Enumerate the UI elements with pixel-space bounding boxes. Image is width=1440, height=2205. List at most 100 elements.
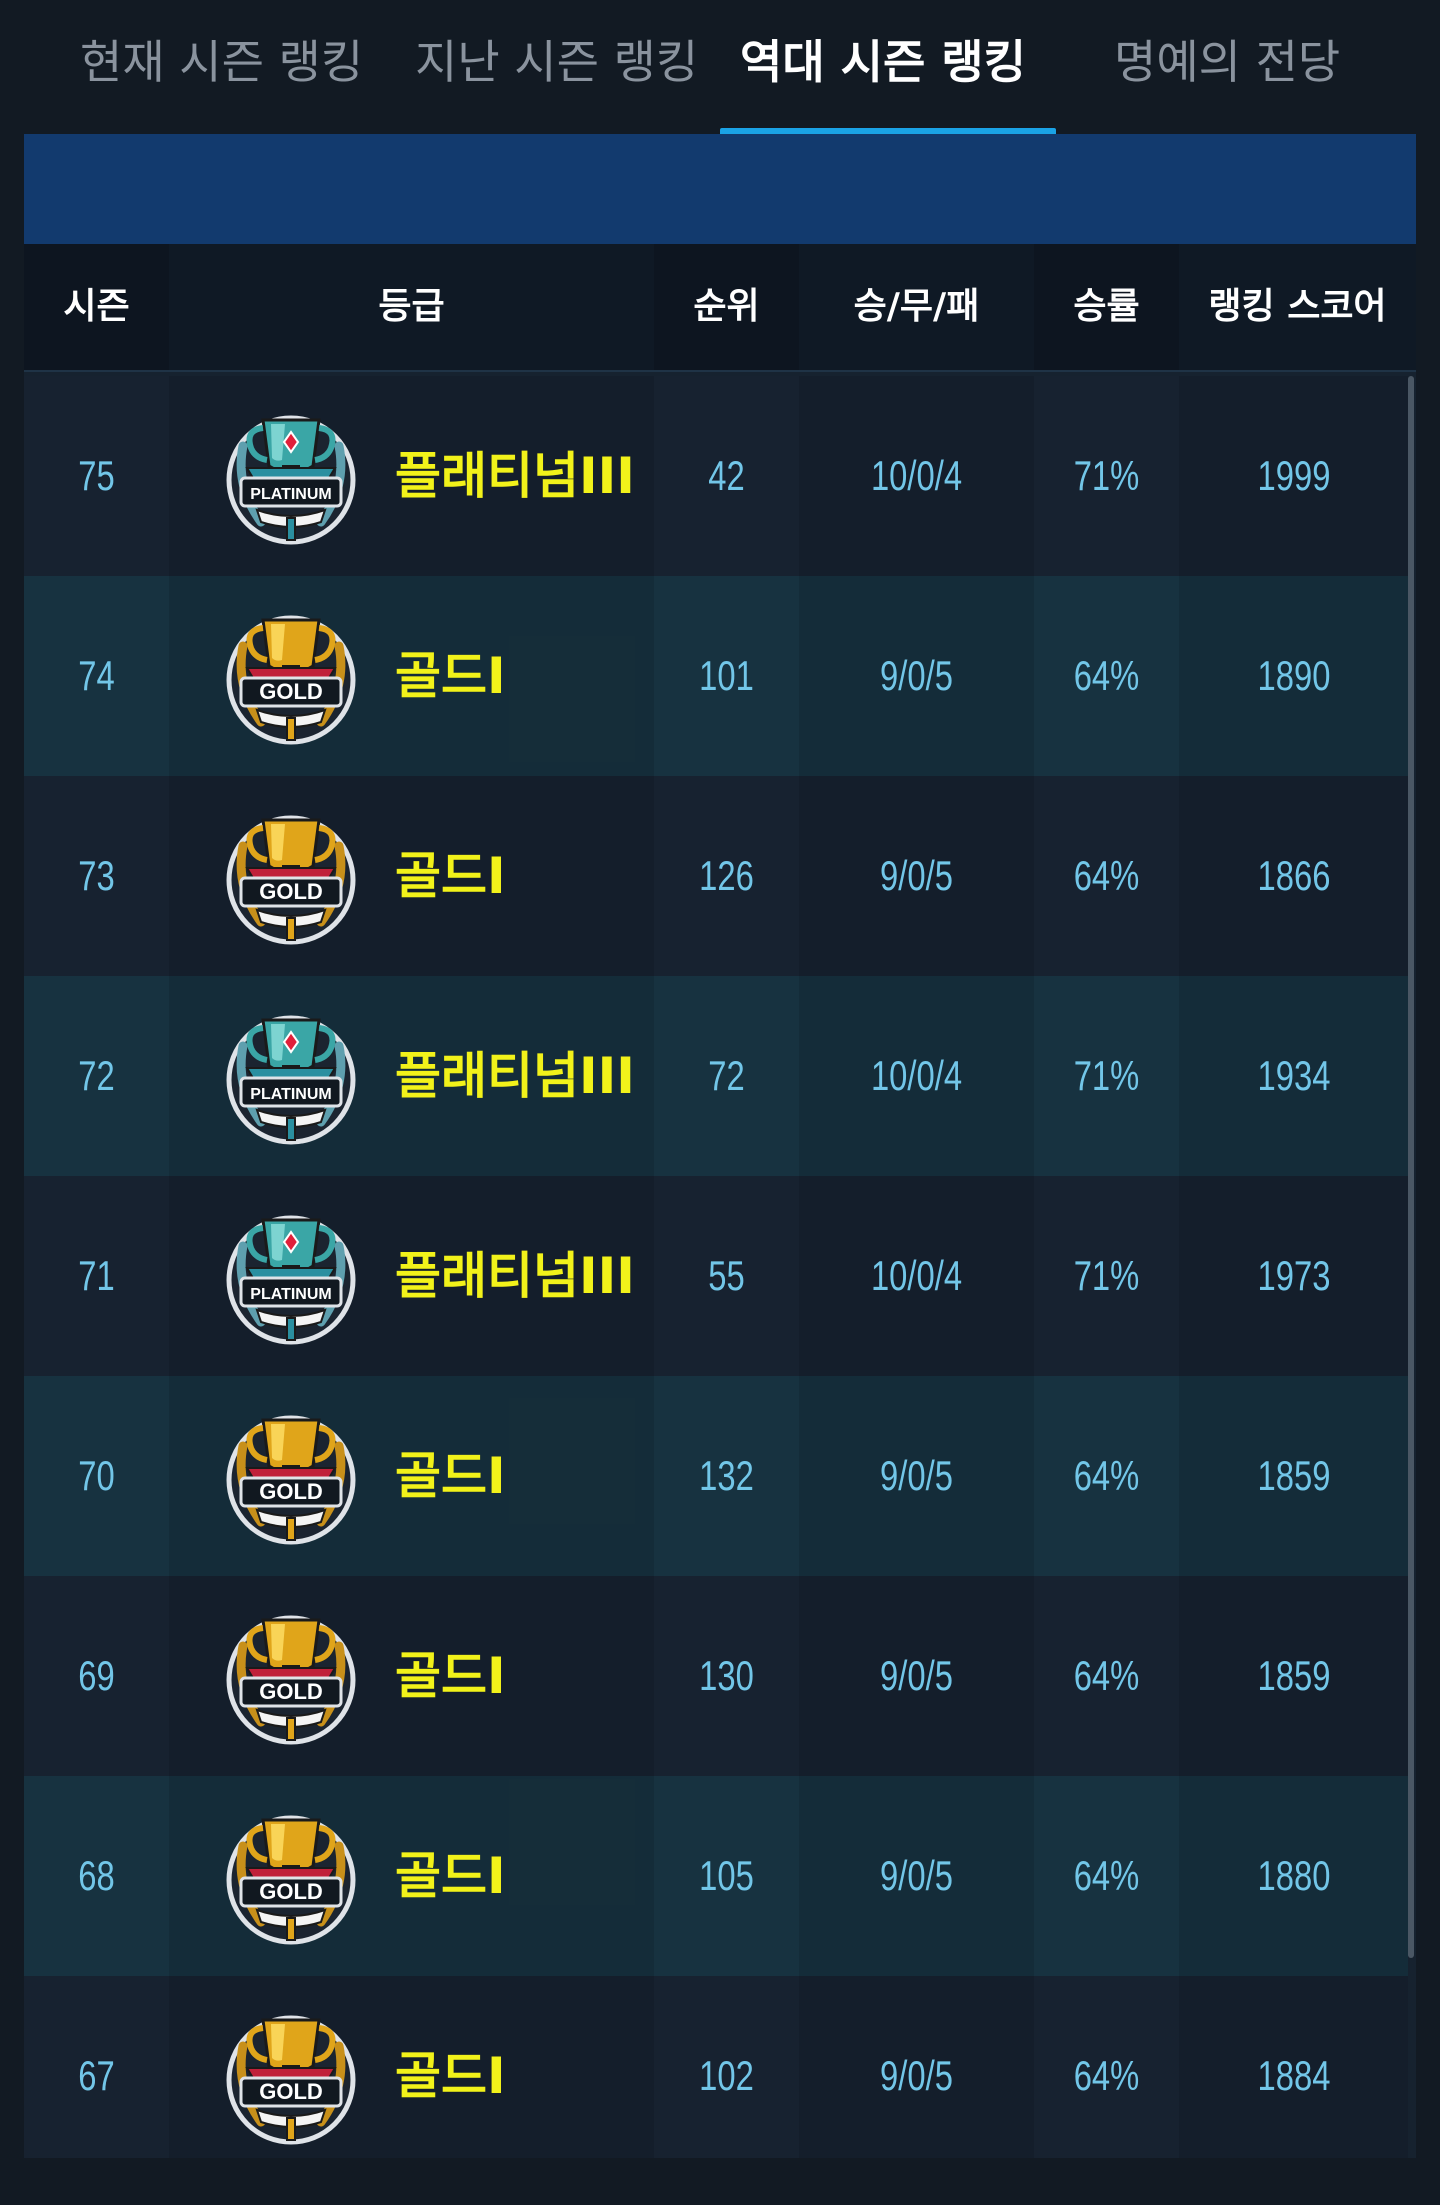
- season-cell: 71: [78, 1252, 115, 1299]
- badge-text: GOLD: [259, 2079, 323, 2104]
- table-row[interactable]: 71 55 10/0/4 71% 1973 PLATINUM 플래티넘III: [24, 1176, 1408, 1376]
- header-rank: 순위: [693, 286, 760, 327]
- win-rate-cell: 64%: [1073, 1852, 1140, 1899]
- grade-name: 골드I: [395, 1647, 506, 1705]
- score-cell: 1934: [1257, 1052, 1331, 1099]
- grade-name: 골드I: [395, 647, 506, 705]
- season-cell: 69: [78, 1652, 115, 1699]
- table-row[interactable]: 75 42 10/0/4 71% 1999 PLATINUM 플래티넘III: [24, 376, 1408, 576]
- platinum-trophy-badge-icon: PLATINUM: [221, 406, 361, 546]
- win-rate-cell: 64%: [1073, 852, 1140, 899]
- ranking-table-panel: 시즌 등급 순위 승/무/패 승률 랭킹 스코어 75 42 10/0/4 71% 19…: [24, 134, 1416, 2158]
- tab-current-season[interactable]: 현재 시즌 랭킹: [80, 22, 363, 102]
- record-cell: 9/0/5: [880, 852, 953, 899]
- win-rate-cell: 71%: [1073, 1252, 1140, 1299]
- table-banner: [24, 134, 1416, 244]
- grade-cell: PLATINUM 플래티넘III: [169, 376, 654, 576]
- table-row[interactable]: 72 72 10/0/4 71% 1934 PLATINUM 플래티넘III: [24, 976, 1408, 1176]
- grade-cell: GOLD 골드I: [169, 1776, 654, 1976]
- badge-text: PLATINUM: [250, 486, 331, 503]
- grade-cell: PLATINUM 플래티넘III: [169, 976, 654, 1176]
- record-cell: 10/0/4: [870, 452, 963, 499]
- score-cell: 1880: [1257, 1852, 1331, 1899]
- season-cell: 67: [78, 2052, 115, 2099]
- table-row[interactable]: 69 130 9/0/5 64% 1859 GOLD 골드I: [24, 1576, 1408, 1776]
- record-cell: 10/0/4: [870, 1052, 963, 1099]
- header-season: 시즌: [63, 286, 130, 327]
- score-cell: 1884: [1257, 2052, 1331, 2099]
- rank-cell: 102: [699, 2052, 754, 2099]
- grade-name: 골드I: [395, 2047, 506, 2105]
- record-cell: 9/0/5: [880, 1852, 953, 1899]
- tab-all-seasons[interactable]: 역대 시즌 랭킹: [740, 22, 1026, 102]
- grade-cell: GOLD 골드I: [169, 1976, 654, 2158]
- score-cell: 1999: [1257, 452, 1331, 499]
- win-rate-cell: 71%: [1073, 1052, 1140, 1099]
- platinum-trophy-badge-icon: PLATINUM: [221, 1006, 361, 1146]
- season-cell: 68: [78, 1852, 115, 1899]
- score-cell: 1859: [1257, 1452, 1331, 1499]
- scrollbar[interactable]: [1408, 376, 1414, 1958]
- record-cell: 9/0/5: [880, 1452, 953, 1499]
- rank-cell: 105: [699, 1852, 754, 1899]
- table-row[interactable]: 73 126 9/0/5 64% 1866 GOLD 골드I: [24, 776, 1408, 976]
- table-row[interactable]: 68 105 9/0/5 64% 1880 GOLD 골드I: [24, 1776, 1408, 1976]
- rank-cell: 130: [699, 1652, 754, 1699]
- grade-name: 골드I: [395, 1847, 506, 1905]
- gold-trophy-badge-icon: GOLD: [221, 806, 361, 946]
- tab-bar: 현재 시즌 랭킹 지난 시즌 랭킹 역대 시즌 랭킹 명예의 전당: [0, 0, 1440, 138]
- season-cell: 75: [78, 452, 115, 499]
- table-row[interactable]: 74 101 9/0/5 64% 1890 GOLD 골드I: [24, 576, 1408, 776]
- win-rate-cell: 71%: [1073, 452, 1140, 499]
- grade-name: 골드I: [395, 1447, 506, 1505]
- record-cell: 9/0/5: [880, 2052, 953, 2099]
- score-cell: 1890: [1257, 652, 1331, 699]
- gold-trophy-badge-icon: GOLD: [221, 1406, 361, 1546]
- table-row[interactable]: 70 132 9/0/5 64% 1859 GOLD 골드I: [24, 1376, 1408, 1576]
- grade-cell: GOLD 골드I: [169, 1576, 654, 1776]
- rank-cell: 126: [699, 852, 754, 899]
- header-ranking-score: 랭킹 스코어: [1179, 244, 1416, 370]
- win-rate-cell: 64%: [1073, 652, 1140, 699]
- badge-text: PLATINUM: [250, 1286, 331, 1303]
- header-record: 승/무/패: [799, 244, 1034, 370]
- table-row[interactable]: 67 102 9/0/5 64% 1884 GOLD 골드I: [24, 1976, 1408, 2158]
- rank-cell: 72: [708, 1052, 745, 1099]
- badge-text: GOLD: [259, 1679, 323, 1704]
- season-cell: 74: [78, 652, 115, 699]
- header-win-rate: 승률: [1073, 286, 1140, 327]
- record-cell: 9/0/5: [880, 1652, 953, 1699]
- gold-trophy-badge-icon: GOLD: [221, 1806, 361, 1946]
- score-cell: 1859: [1257, 1652, 1331, 1699]
- grade-cell: GOLD 골드I: [169, 776, 654, 976]
- badge-text: GOLD: [259, 879, 323, 904]
- rank-cell: 55: [708, 1252, 745, 1299]
- badge-text: PLATINUM: [250, 1086, 331, 1103]
- gold-trophy-badge-icon: GOLD: [221, 2006, 361, 2146]
- grade-cell: GOLD 골드I: [169, 1376, 654, 1576]
- record-cell: 9/0/5: [880, 652, 953, 699]
- gold-trophy-badge-icon: GOLD: [221, 1606, 361, 1746]
- header-grade: 등급: [169, 244, 654, 370]
- gold-trophy-badge-icon: GOLD: [221, 606, 361, 746]
- win-rate-cell: 64%: [1073, 1452, 1140, 1499]
- score-cell: 1973: [1257, 1252, 1331, 1299]
- tab-last-season[interactable]: 지난 시즌 랭킹: [415, 22, 698, 102]
- grade-cell: PLATINUM 플래티넘III: [169, 1176, 654, 1376]
- grade-name: 플래티넘III: [395, 447, 635, 505]
- rank-cell: 42: [708, 452, 745, 499]
- badge-text: GOLD: [259, 1879, 323, 1904]
- grade-cell: GOLD 골드I: [169, 576, 654, 776]
- score-cell: 1866: [1257, 852, 1331, 899]
- grade-name: 플래티넘III: [395, 1247, 635, 1305]
- season-cell: 72: [78, 1052, 115, 1099]
- table-header: 시즌 등급 순위 승/무/패 승률 랭킹 스코어: [24, 244, 1416, 370]
- season-cell: 73: [78, 852, 115, 899]
- grade-name: 골드I: [395, 847, 506, 905]
- platinum-trophy-badge-icon: PLATINUM: [221, 1206, 361, 1346]
- record-cell: 10/0/4: [870, 1252, 963, 1299]
- rank-cell: 101: [699, 652, 754, 699]
- badge-text: GOLD: [259, 1479, 323, 1504]
- tab-hall-of-fame[interactable]: 명예의 전당: [1114, 22, 1340, 102]
- win-rate-cell: 64%: [1073, 2052, 1140, 2099]
